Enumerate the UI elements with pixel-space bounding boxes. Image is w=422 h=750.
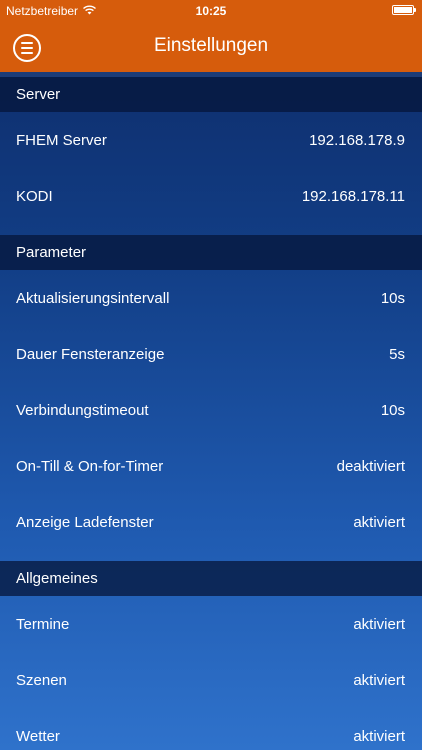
setting-label: Dauer Fensteranzeige xyxy=(16,345,165,363)
setting-label: FHEM Server xyxy=(16,131,107,149)
setting-label: Termine xyxy=(16,615,70,633)
setting-row-verbindungstimeout[interactable]: Verbindungstimeout 10s xyxy=(0,382,422,438)
setting-value: aktiviert xyxy=(353,615,405,633)
page-title: Einstellungen xyxy=(153,35,269,56)
setting-value: deaktiviert xyxy=(336,457,405,475)
battery-icon xyxy=(392,5,416,15)
setting-value: aktiviert xyxy=(353,513,405,531)
setting-row-on-till-timer[interactable]: On-Till & On-for-Timer deaktiviert xyxy=(0,438,422,494)
setting-label: Anzeige Ladefenster xyxy=(16,513,154,531)
setting-row-kodi[interactable]: KODI 192.168.178.11 xyxy=(0,168,422,224)
nav-bar: Einstellungen xyxy=(0,22,422,72)
setting-value: 10s xyxy=(380,401,405,419)
setting-value: 10s xyxy=(380,289,405,307)
status-bar: Netzbetreiber 10:25 xyxy=(0,0,422,22)
setting-label: Aktualisierungsintervall xyxy=(16,289,170,307)
setting-label: KODI xyxy=(16,187,53,205)
setting-row-termine[interactable]: Termine aktiviert xyxy=(0,596,422,652)
status-time: 10:25 xyxy=(195,4,227,18)
setting-row-dauer-fensteranzeige[interactable]: Dauer Fensteranzeige 5s xyxy=(0,326,422,382)
setting-row-anzeige-ladefenster[interactable]: Anzeige Ladefenster aktiviert xyxy=(0,494,422,550)
settings-list[interactable]: Server FHEM Server 192.168.178.9 KODI 19… xyxy=(0,72,422,750)
section-header-server: Server xyxy=(0,77,422,112)
setting-label: Szenen xyxy=(16,671,67,689)
setting-value: 192.168.178.9 xyxy=(309,131,405,149)
setting-value: 5s xyxy=(389,345,405,363)
setting-label: On-Till & On-for-Timer xyxy=(16,457,164,475)
setting-label: Verbindungstimeout xyxy=(16,401,149,419)
setting-value: aktiviert xyxy=(353,727,405,745)
section-header-parameter: Parameter xyxy=(0,235,422,270)
setting-label: Wetter xyxy=(16,727,60,745)
setting-row-fhem-server[interactable]: FHEM Server 192.168.178.9 xyxy=(0,112,422,168)
setting-row-wetter[interactable]: Wetter aktiviert xyxy=(0,708,422,750)
setting-row-szenen[interactable]: Szenen aktiviert xyxy=(0,652,422,708)
setting-value: aktiviert xyxy=(353,671,405,689)
setting-row-aktualisierungsintervall[interactable]: Aktualisierungsintervall 10s xyxy=(0,270,422,326)
setting-value: 192.168.178.11 xyxy=(301,187,405,205)
section-header-allgemeines: Allgemeines xyxy=(0,561,422,596)
